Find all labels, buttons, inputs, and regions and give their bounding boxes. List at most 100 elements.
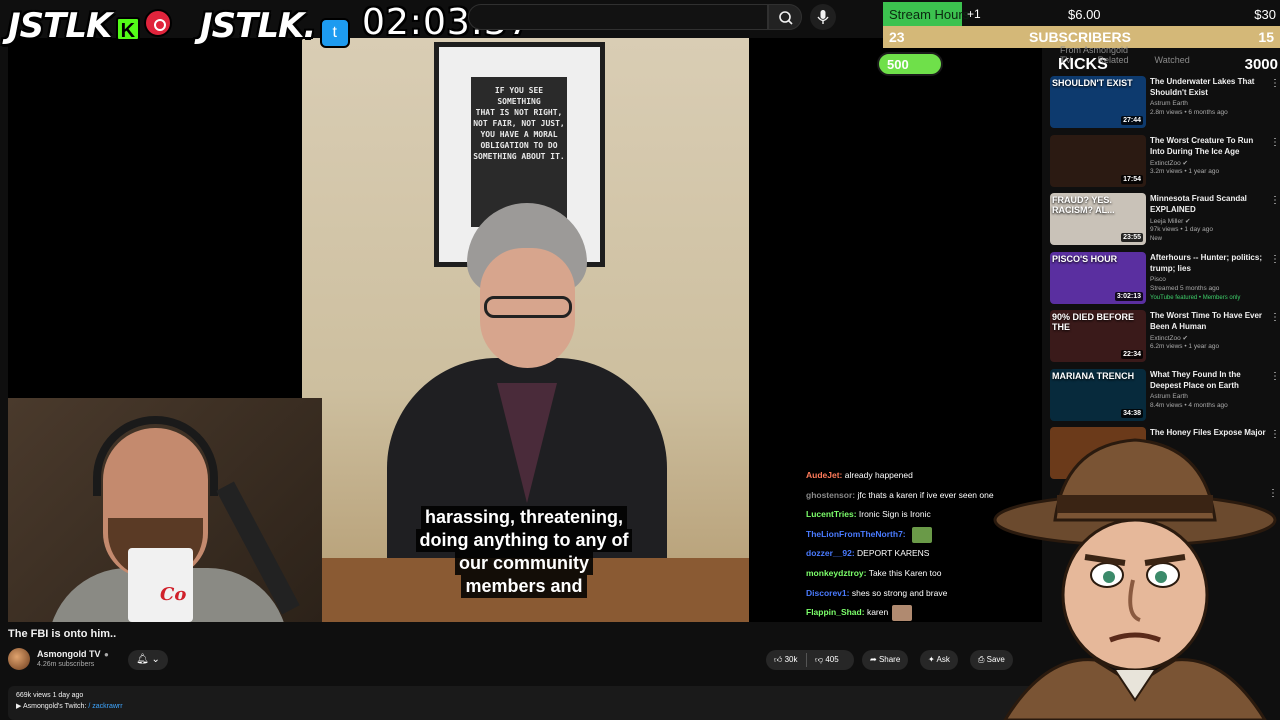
more-vert-icon[interactable]: ⋮: [1270, 195, 1280, 206]
notification-bell-button[interactable]: 🔔︎ ⌄: [128, 650, 168, 670]
video-thumbnail[interactable]: FRAUD? YES. RACISM? AL... 23:55: [1050, 193, 1146, 245]
video-thumbnail[interactable]: 17:54: [1050, 134, 1146, 187]
kick-logo-icon: K: [115, 17, 140, 42]
thumbs-down-icon: 👎︎: [814, 655, 824, 664]
recommended-video-title[interactable]: Afterhours -- Hunter; politics; trump; l…: [1150, 252, 1268, 274]
ask-label: Ask: [936, 655, 950, 664]
more-vert-icon[interactable]: ⋮: [1270, 78, 1280, 89]
thumbnail-text: SHOULDN'T EXIST: [1052, 78, 1133, 88]
recommended-video[interactable]: FRAUD? YES. RACISM? AL... 23:55 Minnesota …: [1050, 193, 1280, 251]
recommended-meta: 97k views • 1 day ago: [1150, 226, 1213, 233]
recommendations-list: SHOULDN'T EXIST 27:44 The Underwater Lakes…: [1050, 76, 1280, 479]
recommended-video[interactable]: PISCO'S HOUR 3:02:13 Afterhours -- Hunter;…: [1050, 251, 1280, 310]
recommended-video[interactable]: SHOULDN'T EXIST 27:44 The Underwater Lakes…: [1050, 76, 1280, 134]
recommended-video[interactable]: 17:54 The Worst Creature To Run Into Duri…: [1050, 134, 1280, 193]
recommended-video-title[interactable]: Minnesota Fraud Scandal EXPLAINED: [1150, 193, 1268, 215]
chat-username[interactable]: Discorev1:: [806, 588, 849, 598]
chat-username[interactable]: dozzer__92:: [806, 548, 855, 558]
chat-emote-icon: [892, 604, 913, 621]
video-captions: harassing, threatening, doing anything t…: [374, 506, 674, 598]
like-count: 30k: [784, 655, 798, 664]
chat-username[interactable]: monkeydztroy:: [806, 568, 866, 578]
video-duration: 23:55: [1121, 233, 1143, 242]
chat-text: DEPORT KARENS: [857, 548, 930, 559]
poster-line: SOMETHING ABOUT IT.: [473, 152, 565, 161]
recommended-badge: YouTube featured • Members only: [1150, 294, 1241, 301]
ask-button[interactable]: ✦ Ask: [920, 650, 958, 670]
poster-line: THAT IS NOT RIGHT,: [475, 108, 563, 117]
video-thumbnail[interactable]: SHOULDN'T EXIST 27:44: [1050, 76, 1146, 128]
mic-icon: [817, 10, 829, 24]
twitch-link[interactable]: / zackrawrr: [88, 703, 122, 710]
recommended-channel[interactable]: ExtinctZoo ✔: [1150, 334, 1188, 342]
more-vert-icon[interactable]: ⋮: [1270, 137, 1280, 148]
brand-logo-left: JSTLK: [8, 6, 112, 46]
verified-icon: ●: [104, 650, 109, 659]
thumbnail-text: FRAUD? YES. RACISM? AL...: [1052, 195, 1115, 215]
brand-dot: .: [303, 6, 316, 46]
chat-emote-icon: [912, 526, 933, 543]
dislike-count: 405: [825, 655, 839, 664]
video-duration: 17:54: [1121, 174, 1143, 184]
video-thumbnail[interactable]: MARIANA TRENCH 34:38: [1050, 368, 1146, 421]
more-vert-icon[interactable]: ⋮: [1270, 371, 1280, 382]
headset-icon: [93, 416, 218, 496]
video-thumbnail[interactable]: PISCO'S HOUR 3:02:13: [1050, 251, 1146, 304]
recommended-channel[interactable]: Astrum Earth: [1150, 393, 1188, 400]
caption-line: harassing, threatening,: [420, 506, 628, 529]
chat-text: karen: [866, 607, 889, 618]
stream-hours-label: Stream Hours: [889, 7, 970, 22]
recommended-badge: New: [1150, 236, 1163, 242]
chat-username[interactable]: AudeJet:: [806, 470, 842, 480]
tab-related[interactable]: Related: [1098, 55, 1129, 65]
detective-mascot-icon: [993, 438, 1277, 720]
recommended-video-title[interactable]: What They Found In the Deepest Place on …: [1150, 369, 1268, 391]
search-input[interactable]: [468, 4, 768, 30]
avatar[interactable]: [8, 648, 30, 670]
like-divider: [805, 652, 807, 667]
description-line: ▶ Asmongold's Twitch: / zackrawrr: [16, 701, 1034, 712]
video-description[interactable]: 669k views 1 day ago ▶ Asmongold's Twitc…: [8, 686, 1042, 720]
record-icon: [144, 9, 173, 37]
poster-line: OBLIGATION TO DO: [480, 141, 558, 150]
save-icon: ⎙: [978, 655, 985, 664]
recommended-video[interactable]: 90% DIED BEFORE THE 22:34 The Worst Time T…: [1050, 310, 1280, 368]
recommended-video-title[interactable]: The Underwater Lakes That Shouldn't Exis…: [1150, 76, 1268, 98]
chat-username[interactable]: TheLionFromTheNorth7:: [806, 529, 906, 539]
chat-username[interactable]: ghostensor:: [806, 490, 855, 500]
description-stats: 669k views 1 day ago: [16, 692, 84, 699]
chevron-down-icon: ⌄: [151, 654, 160, 665]
recommendation-tabs: From Asmongold TV Related Watched: [1060, 45, 1275, 65]
thumbnail-text: 90% DIED BEFORE THE: [1052, 312, 1135, 332]
chat-text: already happened: [844, 470, 913, 480]
thumbs-up-icon: 👍︎: [774, 655, 783, 664]
chat-username[interactable]: Flappin_Shad:: [806, 607, 865, 617]
recommended-meta: 3.2m views • 1 year ago: [1150, 167, 1220, 175]
chat-text: Ironic Sign is Ironic: [858, 509, 931, 520]
recommended-channel[interactable]: ExtinctZoo ✔: [1150, 159, 1188, 167]
search-button[interactable]: [768, 4, 802, 30]
chat-username[interactable]: LucentTries:: [806, 509, 857, 519]
kicks-progress-pill: 500: [877, 52, 943, 76]
recommended-channel[interactable]: Pisco: [1150, 276, 1166, 283]
video-thumbnail[interactable]: 90% DIED BEFORE THE 22:34: [1050, 310, 1146, 362]
chat-text: Take this Karen too: [868, 567, 942, 578]
like-dislike-button[interactable]: 👍︎ 30k 👎︎ 405: [766, 650, 854, 670]
voice-search-button[interactable]: [810, 4, 836, 30]
poster-line: NOT FAIR, NOT JUST,: [473, 119, 565, 128]
recommended-channel[interactable]: Leeja Miller ✔: [1150, 217, 1191, 225]
caption-line: members and: [461, 575, 587, 598]
recommended-meta: 8.4m views • 4 months ago: [1150, 401, 1228, 409]
recommended-video-title[interactable]: The Worst Time To Have Ever Been A Human: [1150, 310, 1268, 332]
more-vert-icon[interactable]: ⋮: [1270, 254, 1280, 265]
recommended-video[interactable]: MARIANA TRENCH 34:38 What They Found In th…: [1050, 368, 1280, 427]
share-button[interactable]: ➦ Share: [862, 650, 909, 670]
tab-watched[interactable]: Watched: [1155, 55, 1190, 65]
recommended-video-title[interactable]: The Worst Creature To Run Into During Th…: [1150, 135, 1268, 157]
video-scene: IF YOU SEE SOMETHING THAT IS NOT RIGHT, NO…: [302, 38, 749, 622]
channel-name[interactable]: Asmongold TV: [37, 649, 101, 659]
more-vert-icon[interactable]: ⋮: [1270, 312, 1280, 323]
recommended-meta: 6.2m views • 1 year ago: [1150, 343, 1220, 350]
stream-hours-mid-value: $6.00: [1068, 7, 1101, 22]
recommended-channel[interactable]: Astrum Earth: [1150, 100, 1188, 107]
